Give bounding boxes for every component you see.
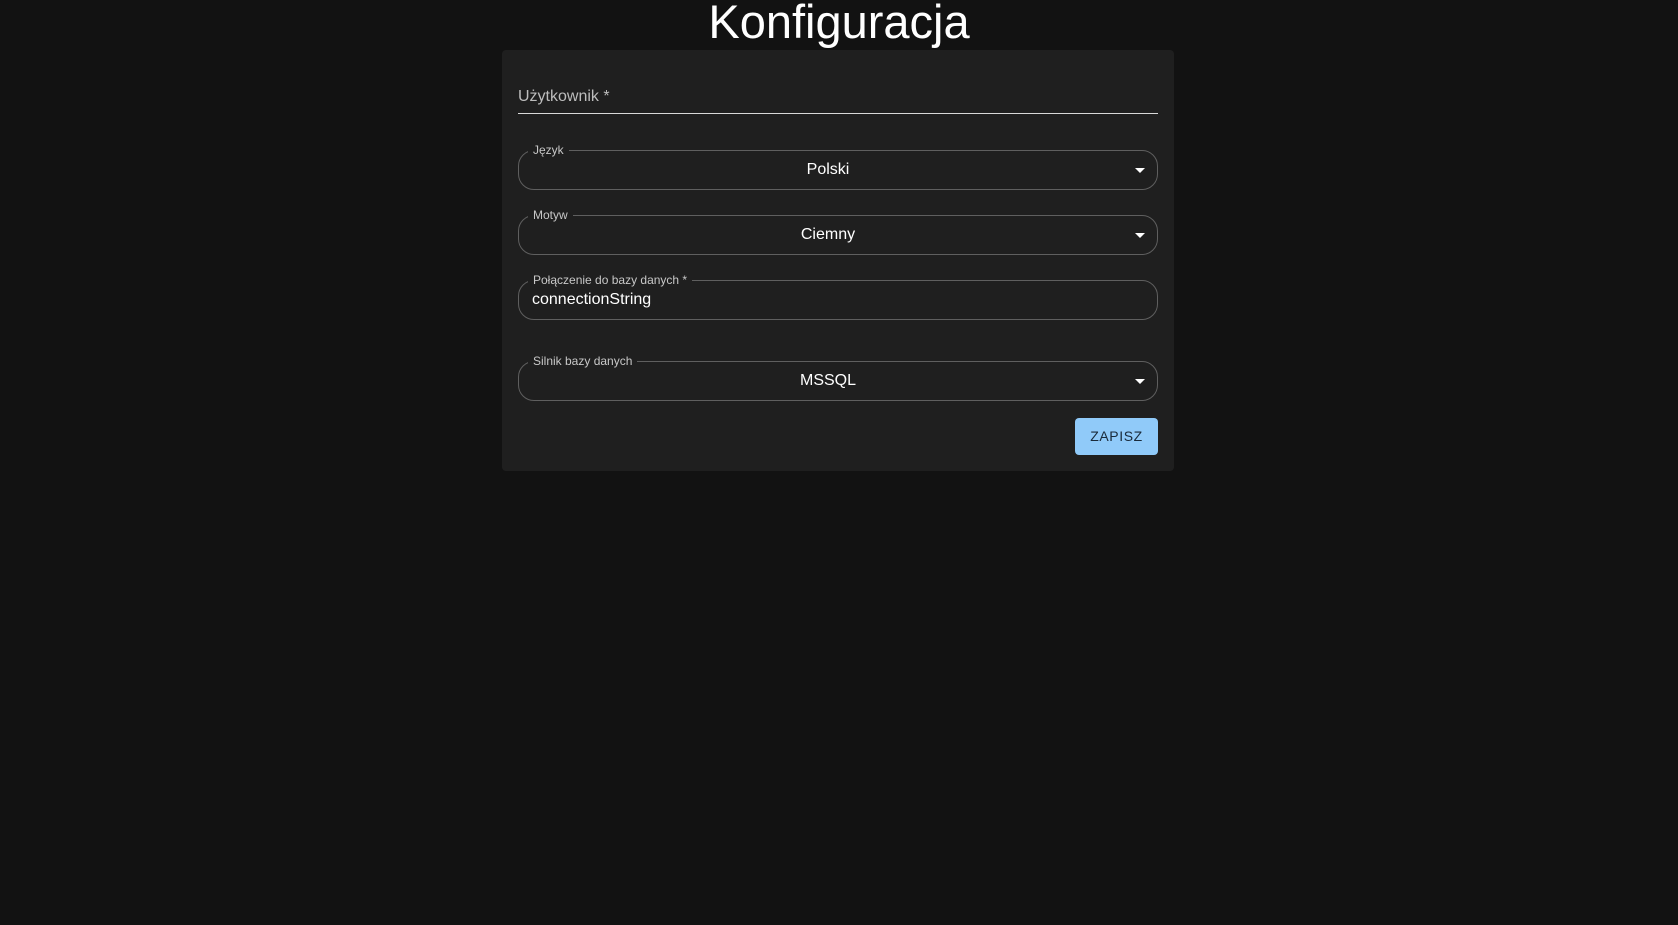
caret-down-icon [1135, 233, 1145, 238]
theme-select[interactable]: Motyw Ciemny [518, 207, 1158, 255]
user-field-label: Użytkownik * [518, 88, 610, 105]
caret-down-icon [1135, 168, 1145, 173]
db-engine-select[interactable]: Silnik bazy danych MSSQL [518, 353, 1158, 401]
language-select[interactable]: Język Polski [518, 142, 1158, 190]
save-button[interactable]: ZAPISZ [1075, 418, 1158, 455]
caret-down-icon [1135, 379, 1145, 384]
config-card: Użytkownik * Język Polski Motyw Ciemny P… [502, 50, 1174, 471]
user-field[interactable]: Użytkownik * [518, 80, 1158, 114]
page-title: Konfiguracja [708, 0, 970, 48]
connection-string-field[interactable]: Połączenie do bazy danych * connectionSt… [518, 272, 1158, 320]
theme-select-value: Ciemny [800, 226, 856, 243]
connection-string-value[interactable]: connectionString [532, 281, 651, 319]
db-engine-select-value: MSSQL [799, 372, 856, 389]
language-select-value: Polski [806, 161, 850, 178]
